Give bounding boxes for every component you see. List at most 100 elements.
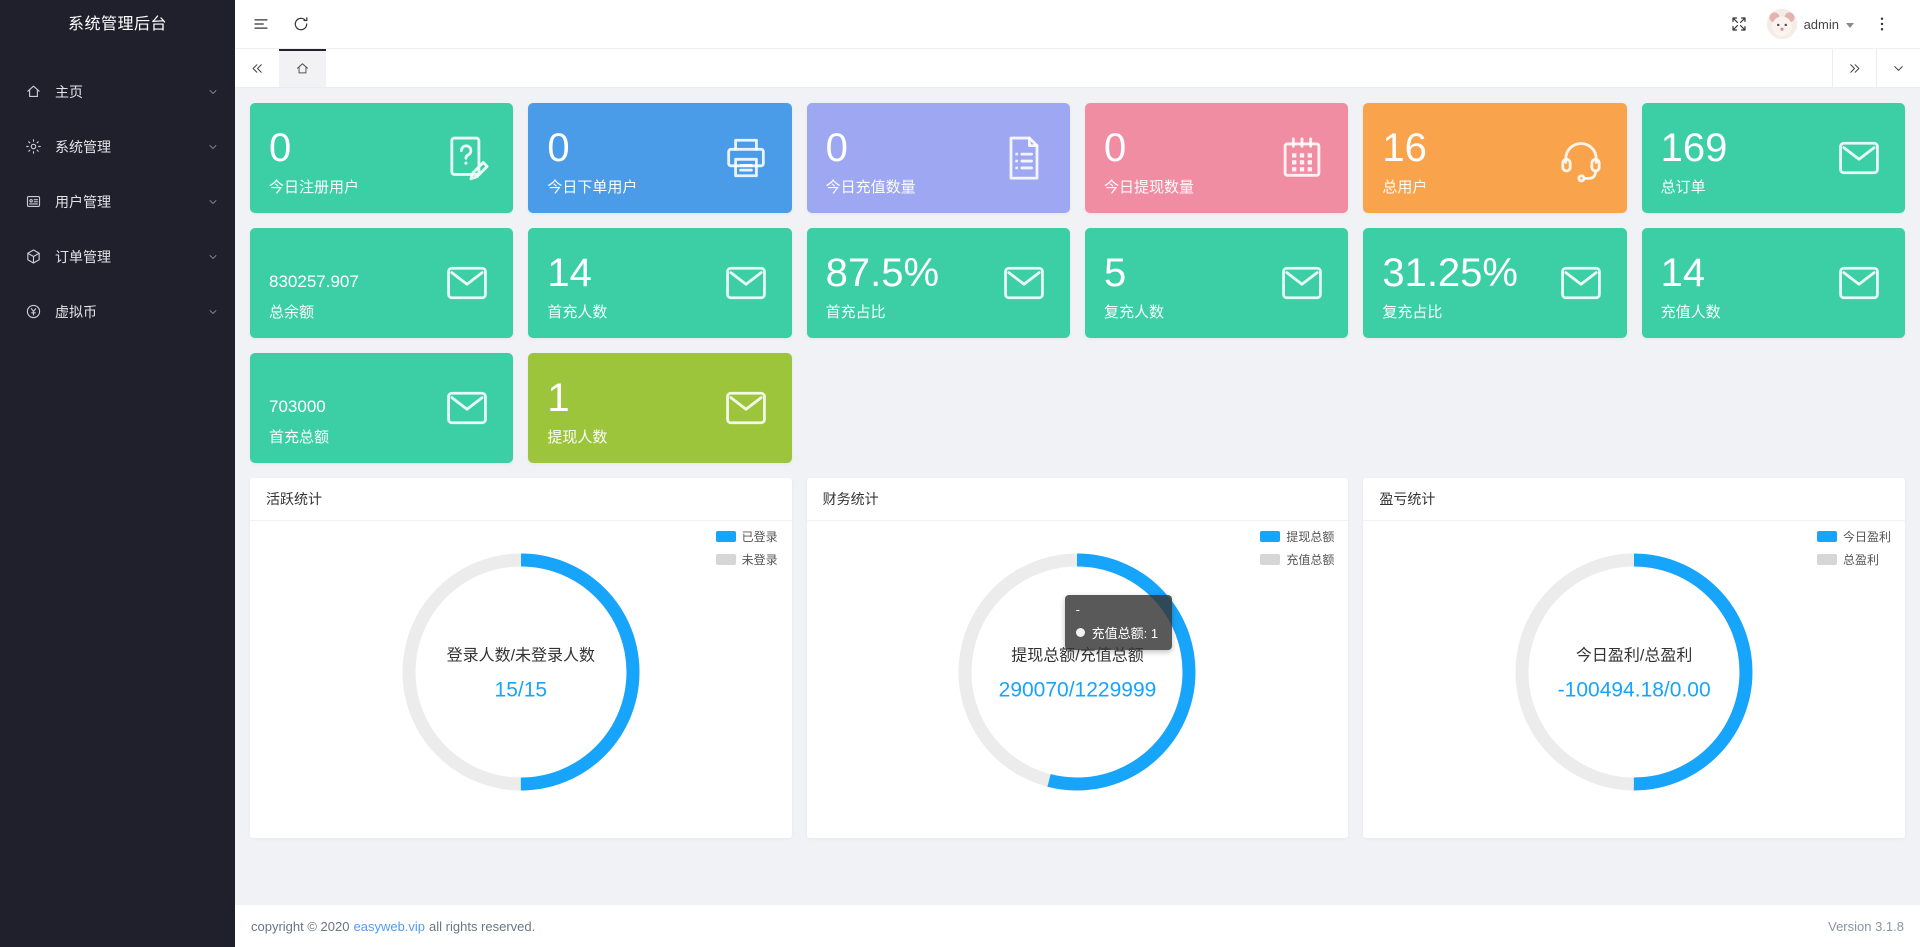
- sidebar-nav: 主页 系统管理 用户管理: [0, 50, 235, 339]
- legend-item[interactable]: 已登录: [716, 528, 778, 545]
- stat-value: 703000: [269, 395, 423, 419]
- donut-center-text: 今日盈利/总盈利 -100494.18/0.00: [1524, 642, 1744, 703]
- stat-value: 0: [1104, 127, 1258, 169]
- legend-item[interactable]: 今日盈利: [1817, 528, 1891, 545]
- stat-label: 今日提现数量: [1104, 176, 1258, 197]
- chart-legend: 已登录 未登录: [716, 528, 778, 568]
- fullscreen-icon[interactable]: [1719, 0, 1759, 48]
- stat-label: 总用户: [1382, 176, 1536, 197]
- stat-card-first-charge-ratio: 87.5% 首充占比: [807, 228, 1070, 338]
- tooltip-series-dot: [1076, 628, 1085, 637]
- mail-icon: [1555, 257, 1607, 309]
- stat-value: 14: [547, 252, 701, 294]
- content-column: admin: [235, 0, 1920, 947]
- app-title: 系统管理后台: [0, 0, 235, 50]
- sidebar-item-virtual-coin[interactable]: 虚拟币: [0, 284, 235, 339]
- avatar: [1767, 9, 1797, 39]
- tooltip-title: -: [1076, 602, 1158, 617]
- tooltip-text: 充值总额: 1: [1092, 623, 1158, 642]
- stat-value: 31.25%: [1382, 252, 1536, 294]
- chart-panel-finance-stats: 财务统计 提现总额 充值总额: [807, 478, 1349, 838]
- chart-legend: 今日盈利 总盈利: [1817, 528, 1891, 568]
- stat-value: 5: [1104, 252, 1258, 294]
- sidebar-item-users[interactable]: 用户管理: [0, 174, 235, 229]
- stat-card-total-users: 16 总用户: [1363, 103, 1626, 213]
- legend-swatch: [1260, 554, 1280, 565]
- legend-item[interactable]: 充值总额: [1260, 551, 1334, 568]
- panel-body: 今日盈利 总盈利: [1363, 521, 1905, 838]
- stat-label: 复充占比: [1382, 301, 1536, 322]
- home-icon: [295, 61, 310, 76]
- stat-label: 总订单: [1661, 176, 1815, 197]
- stat-label: 首充占比: [826, 301, 980, 322]
- sidebar-item-home[interactable]: 主页: [0, 64, 235, 119]
- stat-value: 87.5%: [826, 252, 980, 294]
- legend-item[interactable]: 未登录: [716, 551, 778, 568]
- stat-card-today-orders: 0 今日下单用户: [528, 103, 791, 213]
- legend-item[interactable]: 总盈利: [1817, 551, 1891, 568]
- panel-body: 已登录 未登录: [250, 521, 792, 838]
- sidebar-item-label: 虚拟币: [55, 302, 207, 322]
- tabs-scroll-right-icon[interactable]: [1832, 49, 1876, 87]
- sidebar-item-label: 系统管理: [55, 137, 207, 157]
- legend-item[interactable]: 提现总额: [1260, 528, 1334, 545]
- donut-center-text: 登录人数/未登录人数 15/15: [411, 642, 631, 703]
- legend-swatch: [716, 531, 736, 542]
- donut-chart[interactable]: 提现总额/充值总额 290070/1229999: [952, 547, 1202, 797]
- coin-icon: [25, 303, 42, 320]
- stat-label: 复充人数: [1104, 301, 1258, 322]
- chevron-down-icon: [207, 86, 219, 98]
- charts-grid: 活跃统计 已登录 未登录: [250, 478, 1905, 838]
- document-list-icon: [998, 132, 1050, 184]
- stat-card-repeat-charge-ratio: 31.25% 复充占比: [1363, 228, 1626, 338]
- site-link[interactable]: easyweb.vip: [353, 919, 425, 934]
- legend-label: 充值总额: [1286, 551, 1334, 568]
- mail-icon: [1833, 257, 1885, 309]
- sidebar-item-system[interactable]: 系统管理: [0, 119, 235, 174]
- tabs-menu-icon[interactable]: [1876, 49, 1920, 87]
- top-header: admin: [235, 0, 1920, 48]
- sidebar-item-label: 用户管理: [55, 192, 207, 212]
- headset-icon: [1555, 132, 1607, 184]
- app-root: 系统管理后台 主页 系统管理: [0, 0, 1920, 947]
- stat-card-withdraw-users: 1 提现人数: [528, 353, 791, 463]
- legend-swatch: [1817, 531, 1837, 542]
- user-menu[interactable]: admin: [1759, 0, 1862, 48]
- footer: copyright © 2020 easyweb.vip all rights …: [235, 905, 1920, 947]
- main-area: 0 今日注册用户 0 今日下单用户: [235, 88, 1920, 905]
- chart-tooltip: - 充值总额: 1: [1065, 595, 1172, 650]
- legend-label: 提现总额: [1286, 528, 1334, 545]
- stat-card-total-balance: 830257.907 总余额: [250, 228, 513, 338]
- more-vertical-icon[interactable]: [1862, 0, 1902, 48]
- menu-fold-icon[interactable]: [241, 0, 281, 48]
- id-card-icon: [25, 193, 42, 210]
- donut-label: 今日盈利/总盈利: [1524, 642, 1744, 666]
- stat-cards-grid: 0 今日注册用户 0 今日下单用户: [250, 103, 1905, 463]
- sidebar-item-orders[interactable]: 订单管理: [0, 229, 235, 284]
- copyright-prefix: copyright © 2020: [251, 919, 349, 934]
- donut-chart[interactable]: 登录人数/未登录人数 15/15: [396, 547, 646, 797]
- mail-icon: [720, 257, 772, 309]
- tabs-scroll-left-icon[interactable]: [235, 49, 279, 87]
- chevron-down-icon: [207, 196, 219, 208]
- stat-value: 14: [1661, 252, 1815, 294]
- chevron-down-icon: [207, 251, 219, 263]
- refresh-icon[interactable]: [281, 0, 321, 48]
- stat-value: 169: [1661, 127, 1815, 169]
- mail-icon: [1276, 257, 1328, 309]
- panel-title: 活跃统计: [250, 478, 792, 521]
- stat-value: 0: [269, 127, 423, 169]
- tab-bar: [235, 48, 1920, 88]
- chart-panel-profit-stats: 盈亏统计 今日盈利 总盈利: [1363, 478, 1905, 838]
- mail-icon: [998, 257, 1050, 309]
- sidebar-item-label: 主页: [55, 82, 207, 102]
- version-label: Version 3.1.8: [1828, 919, 1904, 934]
- legend-label: 未登录: [742, 551, 778, 568]
- copyright-suffix: all rights reserved.: [429, 919, 535, 934]
- stat-card-today-withdraw: 0 今日提现数量: [1085, 103, 1348, 213]
- stat-card-first-charge-users: 14 首充人数: [528, 228, 791, 338]
- username: admin: [1804, 17, 1839, 32]
- tab-home[interactable]: [279, 49, 326, 87]
- donut-chart[interactable]: 今日盈利/总盈利 -100494.18/0.00: [1509, 547, 1759, 797]
- survey-icon: [441, 132, 493, 184]
